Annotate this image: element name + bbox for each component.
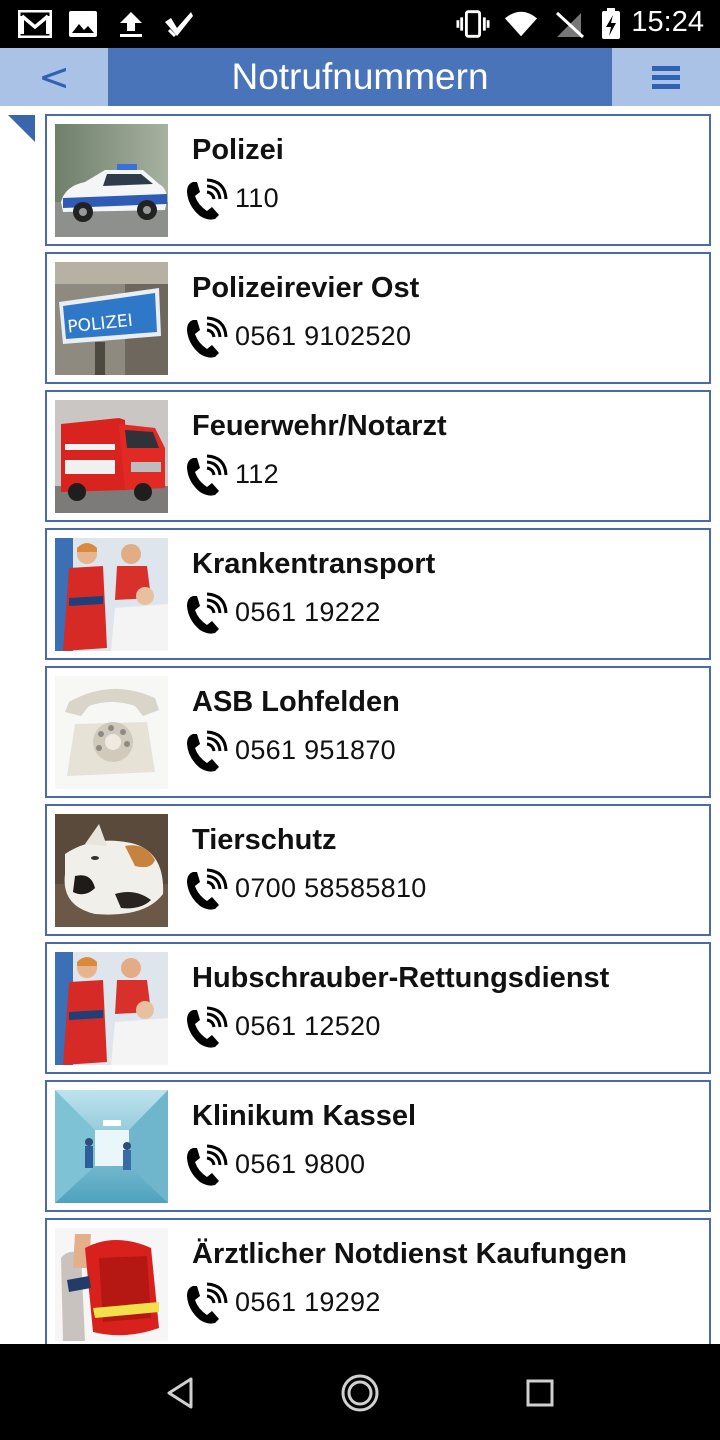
- contact-name: Ärztlicher Notdienst Kaufungen: [192, 1238, 628, 1270]
- contact-name: Feuerwehr/Notarzt: [192, 410, 447, 442]
- contact-card[interactable]: Feuerwehr/Notarzt 112: [45, 390, 711, 522]
- contact-phone[interactable]: 112: [235, 459, 279, 490]
- contact-name: ASB Lohfelden: [192, 686, 400, 718]
- phone-icon: [187, 730, 228, 772]
- contact-card[interactable]: Tierschutz 0700 58585810: [45, 804, 711, 936]
- back-triangle-icon: [167, 1377, 193, 1409]
- contact-phone[interactable]: 0561 12520: [235, 1011, 381, 1042]
- contact-name: Polizei: [192, 134, 284, 166]
- gmail-icon: [18, 8, 52, 40]
- contact-card[interactable]: Polizei 110: [45, 114, 711, 246]
- contact-card[interactable]: Krankentransport 0561 19222: [45, 528, 711, 660]
- paramedics-image: [55, 538, 168, 651]
- hamburger-menu-icon: [652, 66, 680, 89]
- contact-card[interactable]: Ärztlicher Notdienst Kaufungen 0561 1929…: [45, 1218, 711, 1344]
- contact-name: Klinikum Kassel: [192, 1100, 417, 1132]
- contact-card[interactable]: POLIZEI Polizeirevier Ost 0561 9102520: [45, 252, 711, 384]
- corner-indicator: [8, 115, 35, 142]
- paramedics-image: [55, 952, 168, 1065]
- back-button[interactable]: <: [0, 48, 108, 106]
- rotary-telephone-image: [55, 676, 168, 789]
- vibrate-icon: [456, 8, 490, 40]
- phone-icon: [187, 1144, 228, 1186]
- contact-name: Krankentransport: [192, 548, 436, 580]
- page-title: Notrufnummern: [231, 56, 489, 97]
- phone-icon: [187, 454, 228, 496]
- cat-image: [55, 814, 168, 927]
- contact-card[interactable]: Klinikum Kassel 0561 9800: [45, 1080, 711, 1212]
- contact-card[interactable]: ASB Lohfelden 0561 951870: [45, 666, 711, 798]
- menu-button[interactable]: [612, 48, 720, 106]
- clock: 15:24: [631, 6, 704, 38]
- upload-icon: [114, 8, 148, 40]
- battery-charging-icon: [594, 8, 628, 40]
- police-car-image: [55, 124, 168, 237]
- app-header: < Notrufnummern: [0, 48, 720, 106]
- phone-icon: [187, 868, 228, 910]
- status-bar: 15:24: [0, 0, 720, 48]
- contact-card[interactable]: Hubschrauber-Rettungsdienst 0561 12520: [45, 942, 711, 1074]
- wifi-icon: [504, 8, 538, 40]
- fire-truck-image: [55, 400, 168, 513]
- home-circle-icon: [341, 1374, 379, 1412]
- contact-name: Polizeirevier Ost: [192, 272, 420, 304]
- system-nav-bar: [0, 1344, 720, 1440]
- contact-phone[interactable]: 0700 58585810: [235, 873, 427, 904]
- phone-icon: [187, 1282, 228, 1324]
- contact-list[interactable]: Polizei 110 POLIZEI Polizeirevier Ost 05…: [45, 114, 711, 1344]
- hospital-corridor-image: [55, 1090, 168, 1203]
- title-box: Notrufnummern: [108, 48, 612, 106]
- recents-square-icon: [526, 1379, 554, 1407]
- nav-recents-button[interactable]: [515, 1368, 565, 1418]
- nav-home-button[interactable]: [335, 1368, 385, 1418]
- contact-phone[interactable]: 110: [235, 183, 279, 214]
- contact-phone[interactable]: 0561 19222: [235, 597, 381, 628]
- medic-backpack-image: [55, 1228, 168, 1341]
- contact-phone[interactable]: 0561 951870: [235, 735, 396, 766]
- polizei-sign-image: POLIZEI: [55, 262, 168, 375]
- contact-name: Tierschutz: [192, 824, 337, 856]
- image-icon: [66, 8, 100, 40]
- phone-icon: [187, 592, 228, 634]
- contact-phone[interactable]: 0561 9102520: [235, 321, 411, 352]
- contact-phone[interactable]: 0561 9800: [235, 1149, 365, 1180]
- no-sim-icon: [552, 8, 586, 40]
- check-icon: [162, 8, 196, 40]
- contact-phone[interactable]: 0561 19292: [235, 1287, 381, 1318]
- phone-icon: [187, 178, 228, 220]
- contact-name: Hubschrauber-Rettungsdienst: [192, 962, 610, 994]
- nav-back-button[interactable]: [155, 1368, 205, 1418]
- phone-icon: [187, 316, 228, 358]
- phone-icon: [187, 1006, 228, 1048]
